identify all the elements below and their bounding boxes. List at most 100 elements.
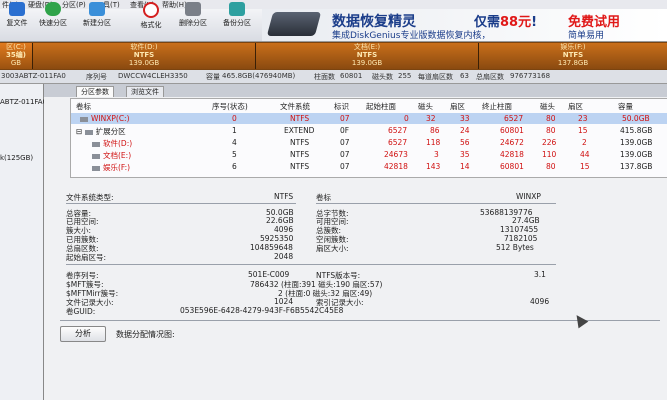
cylinders-value: 60801 [340, 72, 363, 80]
quick-partition-button[interactable]: 快速分区 [36, 2, 70, 30]
row-start-sector: 56 [460, 138, 470, 147]
row-capacity: 139.0GB [620, 150, 653, 159]
cluster-size-value: 4096 [274, 225, 294, 234]
format-button[interactable]: 格式化 [134, 2, 168, 30]
index-record-size-value: 4096 [530, 297, 550, 306]
hard-drive-logo-icon [266, 12, 322, 36]
row-start-head: 86 [430, 126, 440, 135]
row-end-head: 80 [546, 126, 556, 135]
tree-disk-item[interactable]: k(125GB) [0, 154, 33, 162]
free-clusters-value: 7182105 [504, 234, 538, 243]
row-number: 0 [232, 114, 237, 123]
file-record-size-value: 1024 [274, 297, 294, 306]
sector-size-value: 512 Bytes [496, 243, 534, 252]
backup-partition-icon [229, 2, 245, 16]
row-label: 文档(E:) [92, 150, 131, 161]
row-number: 5 [232, 150, 237, 159]
total-sectors-value: 104859648 [250, 243, 293, 252]
disk-map-partition-d[interactable]: 软件(D:) NTFS 139.0GB [33, 43, 256, 69]
row-start-head: 143 [426, 162, 441, 171]
row-number: 6 [232, 162, 237, 171]
serial-label: 序列号 [86, 73, 107, 81]
banner-price: 仅需88元! [474, 15, 538, 30]
sectors-per-track-value: 63 [460, 72, 469, 80]
row-number: 4 [232, 138, 237, 147]
row-end-sector: 2 [582, 138, 587, 147]
col-header-label: 卷标 [76, 102, 91, 111]
row-end-cyl: 24672 [500, 138, 524, 147]
row-start-cyl: 0 [404, 114, 409, 123]
row-end-cyl: 42818 [500, 150, 524, 159]
data-distribution-label: 数据分配情况图: [116, 330, 175, 339]
row-start-head: 118 [426, 138, 441, 147]
volume-serial-value: 501E-C009 [248, 270, 290, 279]
format-icon [143, 2, 159, 18]
partition-icon [92, 141, 100, 147]
col-header-end-head: 磁头 [540, 102, 555, 111]
volume-label-label: 卷标 [316, 193, 331, 202]
row-start-sector: 14 [460, 162, 470, 171]
divider [66, 264, 556, 265]
free-space-value: 27.4GB [512, 216, 540, 225]
col-header-end-cyl: 终止柱面 [482, 102, 512, 111]
row-label: 娱乐(F:) [92, 162, 130, 173]
row-end-sector: 15 [580, 162, 590, 171]
row-end-cyl: 60801 [500, 126, 524, 135]
fs-type-value: NTFS [274, 192, 294, 201]
disk-map-partition-e[interactable]: 文档(E:) NTFS 139.0GB [256, 43, 479, 69]
delete-partition-button[interactable]: 删除分区 [176, 2, 210, 30]
total-clusters-value: 13107455 [500, 225, 539, 234]
row-end-sector: 15 [578, 126, 588, 135]
row-id: 07 [340, 162, 350, 171]
col-header-id: 标识 [334, 102, 349, 111]
disk-map-partition-c[interactable]: 区(C:) 35编) GB [0, 43, 33, 69]
partition-icon [84, 129, 93, 135]
banner-subtitle: 集成DiskGenius专业版数据恢复内核， [332, 31, 491, 41]
row-label: ⊟ 扩展分区 [76, 127, 126, 136]
tree-disk-item[interactable]: ABTZ-011FA0 [0, 98, 47, 106]
fs-type-label: 文件系统类型: [66, 193, 114, 202]
row-start-cyl: 24673 [384, 150, 408, 159]
row-start-sector: 33 [460, 114, 470, 123]
recover-file-button[interactable]: 复文件 [0, 2, 34, 30]
divider [60, 320, 660, 321]
col-header-start-head: 磁头 [418, 102, 433, 111]
disk-tree-panel: ABTZ-011FA0 k(125GB) [0, 84, 47, 400]
col-header-end-sector: 扇区 [568, 102, 583, 111]
row-start-sector: 24 [460, 126, 470, 135]
row-id: 07 [340, 114, 350, 123]
row-end-sector: 23 [578, 114, 588, 123]
used-space-value: 22.6GB [266, 216, 294, 225]
capacity-label: 容量 [206, 73, 220, 81]
row-start-head: 32 [426, 114, 436, 123]
col-header-start-cyl: 起始柱面 [366, 102, 396, 111]
row-end-cyl: 60801 [500, 162, 524, 171]
col-header-capacity: 容量 [618, 102, 633, 111]
cylinders-label: 柱面数 [314, 73, 335, 81]
used-clusters-value: 5925350 [260, 234, 294, 243]
row-capacity: 137.8GB [620, 162, 653, 171]
row-filesystem: NTFS [290, 138, 310, 147]
disk-map-partition-f[interactable]: 娱乐(F:) NTFS 137.8GB [479, 43, 667, 69]
col-header-start-sector: 扇区 [450, 102, 465, 111]
row-label: WINXP(C:) [80, 114, 130, 123]
backup-partition-button[interactable]: 备份分区 [220, 2, 254, 30]
delete-partition-icon [185, 2, 201, 16]
row-end-head: 80 [546, 162, 556, 171]
row-start-cyl: 42818 [384, 162, 408, 171]
divider [316, 203, 556, 204]
heads-label: 磁头数 [372, 73, 393, 81]
volume-label-value: WINXP [516, 192, 541, 201]
row-number: 1 [232, 126, 237, 135]
new-partition-button[interactable]: 新建分区 [80, 2, 114, 30]
row-capacity: 50.0GB [622, 114, 650, 123]
total-sectors-value: 976773168 [510, 72, 551, 80]
capacity-value: 465.8GB(476940MB) [222, 72, 296, 80]
total-sectors-label: 总扇区数 [476, 73, 504, 81]
banner-easy-use: 简单易用 [568, 31, 605, 41]
analyze-button[interactable]: 分析 [60, 326, 106, 342]
row-id: 07 [340, 150, 350, 159]
serial-value: DWCCW4CLEH3350 [118, 72, 188, 80]
partition-icon [92, 165, 100, 171]
quick-partition-icon [45, 2, 61, 16]
